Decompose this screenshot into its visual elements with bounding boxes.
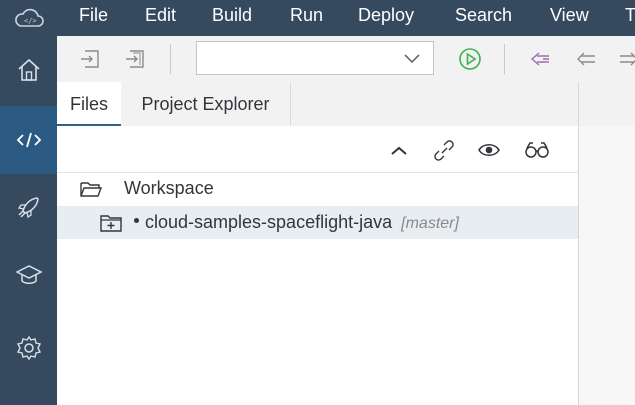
tree-node-project[interactable]: cloud-samples-spaceflight-java [master] xyxy=(57,206,578,239)
cloud-code-logo-icon[interactable]: </> xyxy=(13,6,45,30)
project-name: cloud-samples-spaceflight-java xyxy=(145,212,393,232)
import-icon[interactable] xyxy=(79,48,101,70)
nav-learning[interactable] xyxy=(0,241,57,309)
menu-deploy[interactable]: Deploy xyxy=(358,0,414,36)
git-branch-label: [master] xyxy=(401,215,459,232)
navigate-back-to-edit-icon[interactable] xyxy=(529,48,551,70)
gear-icon xyxy=(16,335,41,361)
files-panel: Workspace cloud-samples-spaceflight-java… xyxy=(57,126,578,405)
search-files-binoculars-icon[interactable] xyxy=(523,139,551,161)
editor-area[interactable] xyxy=(579,126,635,405)
tree-node-workspace[interactable]: Workspace xyxy=(57,172,578,205)
export-icon[interactable] xyxy=(124,48,146,70)
toolbar-separator xyxy=(504,44,505,74)
menu-view[interactable]: View xyxy=(550,0,589,36)
nav-development[interactable] xyxy=(0,106,57,174)
menu-truncated[interactable]: T xyxy=(625,0,635,36)
editor-tab-strip xyxy=(579,82,635,126)
navigate-back-icon[interactable] xyxy=(575,48,597,70)
nav-settings[interactable] xyxy=(0,314,57,382)
tab-files[interactable]: Files xyxy=(57,82,121,126)
files-toolbar xyxy=(57,126,578,173)
main-toolbar xyxy=(57,36,635,83)
menu-file[interactable]: File xyxy=(79,0,108,36)
code-icon xyxy=(16,132,41,148)
modified-indicator xyxy=(134,218,139,223)
rocket-icon xyxy=(17,197,39,219)
panel-tabs: Files Project Explorer xyxy=(57,82,578,126)
left-nav xyxy=(0,36,57,405)
project-label-wrap: cloud-samples-spaceflight-java [master] xyxy=(145,212,459,233)
project-folder-icon xyxy=(100,215,122,232)
svg-text:</>: </> xyxy=(24,17,37,25)
menu-search[interactable]: Search xyxy=(455,0,512,36)
graduation-cap-icon xyxy=(14,265,43,284)
menu-edit[interactable]: Edit xyxy=(145,0,176,36)
eye-icon[interactable] xyxy=(477,139,501,161)
home-icon xyxy=(17,58,40,81)
menu-run[interactable]: Run xyxy=(290,0,323,36)
workspace-label: Workspace xyxy=(124,178,214,198)
nav-deploy[interactable] xyxy=(0,173,57,241)
menu-bar: </> File Edit Build Run Deploy Search Vi… xyxy=(0,0,635,36)
link-icon[interactable] xyxy=(432,139,456,161)
menu-build[interactable]: Build xyxy=(212,0,252,36)
toolbar-separator xyxy=(170,44,171,74)
nav-home[interactable] xyxy=(0,36,57,104)
folder-open-icon xyxy=(80,182,103,197)
run-icon[interactable] xyxy=(458,47,482,71)
chevron-down-icon xyxy=(404,54,420,64)
navigate-forward-icon[interactable] xyxy=(618,48,635,70)
run-configuration-select[interactable] xyxy=(196,41,434,75)
tab-project-explorer[interactable]: Project Explorer xyxy=(121,82,291,126)
collapse-all-icon[interactable] xyxy=(387,139,411,161)
